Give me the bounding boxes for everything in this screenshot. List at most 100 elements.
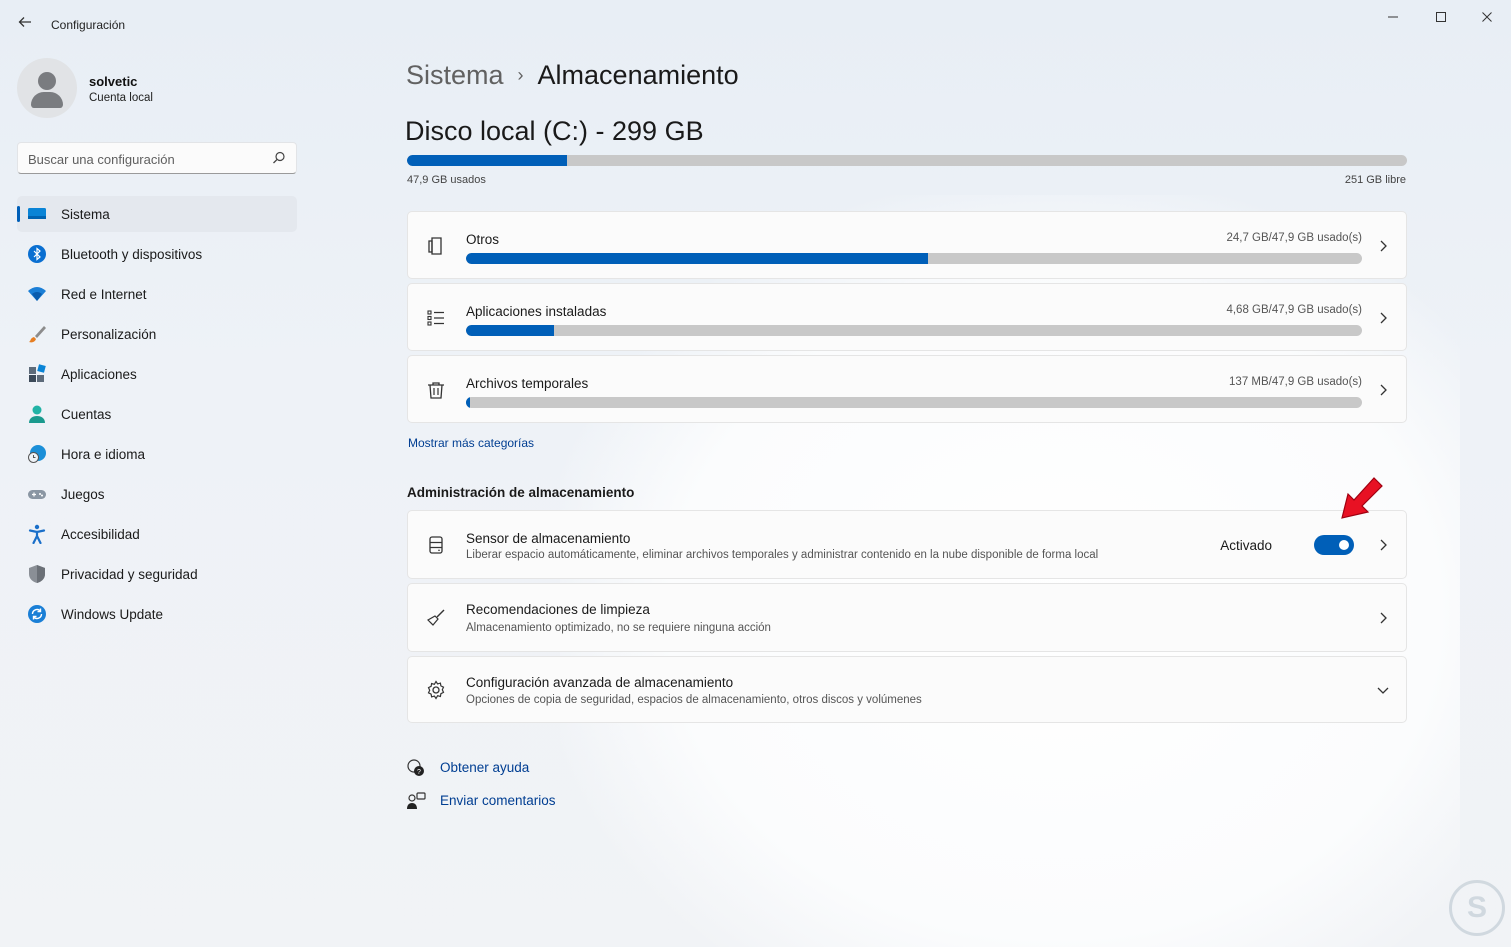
close-icon [1482, 12, 1492, 22]
cleanup-recommendations-card[interactable]: Recomendaciones de limpieza Almacenamien… [407, 583, 1407, 652]
sidebar-item-label: Aplicaciones [61, 367, 137, 382]
maximize-icon [1436, 12, 1446, 22]
person-icon [29, 405, 45, 423]
category-card-otros[interactable]: Otros 24,7 GB/47,9 GB usado(s) [407, 211, 1407, 279]
sidebar-item-accounts[interactable]: Cuentas [17, 396, 297, 432]
paintbrush-icon [29, 326, 46, 343]
category-usage-fill [466, 253, 929, 264]
sidebar-item-accessibility[interactable]: Accesibilidad [17, 516, 297, 552]
help-icon: ? [407, 759, 424, 776]
sidebar-item-label: Accesibilidad [61, 527, 140, 542]
category-usage-fill [466, 397, 471, 408]
breadcrumb-separator: › [517, 65, 524, 85]
minimize-button[interactable] [1370, 8, 1416, 28]
storage-sense-toggle[interactable] [1314, 535, 1354, 555]
breadcrumb-parent[interactable]: Sistema [406, 60, 504, 90]
advanced-storage-subtitle: Opciones de copia de seguridad, espacios… [466, 694, 922, 706]
back-arrow-icon [18, 17, 31, 27]
advanced-storage-card[interactable]: Configuración avanzada de almacenamiento… [407, 656, 1407, 723]
sidebar-item-privacy[interactable]: Privacidad y seguridad [17, 556, 297, 592]
chevron-right-icon [1380, 240, 1387, 252]
account-type: Cuenta local [89, 92, 153, 104]
page-title: Almacenamiento [537, 60, 739, 90]
broom-icon [427, 609, 445, 626]
sidebar-item-label: Bluetooth y dispositivos [61, 247, 203, 262]
sidebar-item-time-language[interactable]: Hora e idioma [17, 436, 297, 472]
category-usage-fill [466, 325, 554, 336]
sidebar-item-apps[interactable]: Aplicaciones [17, 356, 297, 392]
cleanup-subtitle: Almacenamiento optimizado, no se requier… [466, 622, 771, 634]
wifi-icon [28, 287, 46, 301]
chevron-right-icon [1380, 612, 1387, 624]
sidebar-item-label: Hora e idioma [61, 447, 146, 462]
sidebar-item-label: Sistema [61, 207, 110, 222]
disk-used-label: 47,9 GB usados [407, 174, 486, 186]
sidebar-item-label: Red e Internet [61, 287, 147, 302]
avatar-head [38, 72, 56, 90]
toggle-state-label: Activado [1220, 538, 1272, 553]
advanced-storage-title: Configuración avanzada de almacenamiento [466, 675, 734, 690]
update-icon [28, 605, 46, 623]
storage-sense-card[interactable]: Sensor de almacenamiento Liberar espacio… [407, 510, 1407, 579]
minimize-icon [1388, 16, 1398, 18]
accessibility-icon [28, 524, 46, 544]
category-value: 4,68 GB/47,9 GB usado(s) [1226, 304, 1362, 316]
storage-drive-icon [429, 536, 443, 554]
category-title: Otros [466, 232, 500, 247]
avatar[interactable] [17, 58, 77, 118]
breadcrumb: Sistema › Almacenamiento [406, 60, 739, 91]
title-bar: Configuración [0, 0, 1511, 50]
section-title: Administración de almacenamiento [407, 485, 635, 500]
storage-sense-subtitle: Liberar espacio automáticamente, elimina… [466, 549, 1099, 561]
category-usage-bar [466, 397, 1362, 408]
gamepad-icon [28, 490, 46, 499]
maximize-button[interactable] [1418, 8, 1464, 28]
sidebar-item-gaming[interactable]: Juegos [17, 476, 297, 512]
chevron-down-icon[interactable] [1376, 683, 1390, 697]
list-icon [427, 310, 444, 326]
category-usage-bar [466, 325, 1362, 336]
annotation-arrow-icon [1341, 477, 1383, 519]
toggle-knob [1339, 540, 1349, 550]
send-feedback-link[interactable]: Enviar comentarios [440, 793, 556, 808]
shield-icon [29, 565, 45, 583]
close-button[interactable] [1464, 8, 1510, 28]
sidebar-item-label: Windows Update [61, 607, 164, 622]
sidebar-item-personalization[interactable]: Personalización [17, 316, 297, 352]
avatar-body [31, 92, 63, 108]
apps-icon [29, 364, 46, 382]
sidebar-item-network[interactable]: Red e Internet [17, 276, 297, 312]
storage-sense-title: Sensor de almacenamiento [466, 531, 631, 546]
user-name: solvetic [89, 74, 138, 89]
sidebar-nav: Sistema Bluetooth y dispositivos Red e I… [17, 196, 297, 636]
category-title: Aplicaciones instaladas [466, 304, 607, 319]
category-card-apps[interactable]: Aplicaciones instaladas 4,68 GB/47,9 GB … [407, 283, 1407, 351]
show-more-categories-link[interactable]: Mostrar más categorías [408, 436, 534, 450]
other-files-icon [428, 237, 442, 255]
trash-icon [428, 382, 444, 399]
search-icon[interactable] [272, 151, 286, 165]
chevron-right-icon [1380, 384, 1387, 396]
sidebar-item-windows-update[interactable]: Windows Update [17, 596, 297, 632]
search-input[interactable] [28, 149, 268, 169]
globe-clock-icon [28, 445, 46, 463]
category-card-temp[interactable]: Archivos temporales 137 MB/47,9 GB usado… [407, 355, 1407, 423]
app-title: Configuración [51, 18, 126, 32]
feedback-icon [407, 792, 426, 809]
watermark-logo: S [1449, 880, 1505, 936]
sidebar-item-label: Personalización [61, 327, 157, 342]
sidebar-item-sistema[interactable]: Sistema [17, 196, 297, 232]
sidebar-item-bluetooth[interactable]: Bluetooth y dispositivos [17, 236, 297, 272]
back-button[interactable] [14, 14, 36, 36]
sidebar-item-label: Privacidad y seguridad [61, 567, 198, 582]
get-help-link[interactable]: Obtener ayuda [440, 760, 529, 775]
bluetooth-icon [28, 245, 46, 263]
svg-text:?: ? [417, 769, 421, 776]
category-value: 24,7 GB/47,9 GB usado(s) [1226, 232, 1362, 244]
search-box[interactable] [17, 142, 297, 174]
disk-free-label: 251 GB libre [1344, 174, 1406, 186]
sidebar-item-label: Cuentas [61, 407, 112, 422]
watermark-letter: S [1466, 891, 1487, 924]
chevron-right-icon [1380, 312, 1387, 324]
sidebar-item-label: Juegos [61, 487, 105, 502]
